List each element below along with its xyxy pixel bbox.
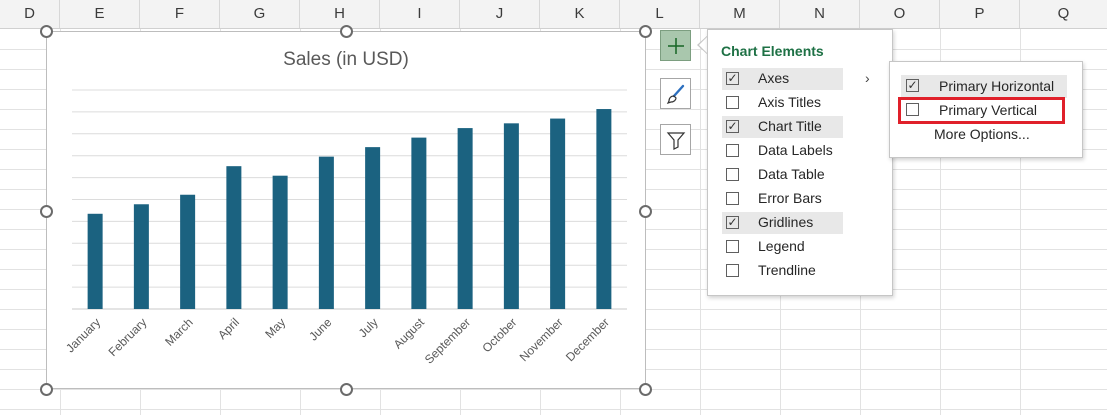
chart-category-label: June — [306, 315, 335, 344]
chart-filters-button[interactable] — [660, 124, 691, 155]
chart-bar-february[interactable] — [133, 204, 149, 309]
resize-handle-top-left[interactable] — [40, 25, 53, 38]
chart-element-error-bars[interactable]: Error Bars — [722, 188, 843, 210]
trendline-checkbox[interactable] — [726, 264, 739, 277]
bar-chart[interactable]: Sales (in USD) January February March April… — [46, 31, 646, 389]
chart-bars — [87, 109, 612, 310]
chart-bar-october[interactable] — [503, 123, 519, 310]
more-options-link[interactable]: More Options... — [934, 126, 1030, 142]
grid-line — [700, 29, 701, 415]
chart-bar-november[interactable] — [550, 118, 566, 309]
column-header-o[interactable]: O — [860, 0, 940, 28]
chart-category-label: October — [479, 315, 519, 355]
column-header-h[interactable]: H — [300, 0, 380, 28]
chart-styles-button[interactable] — [660, 78, 691, 109]
chart-element-axis-titles[interactable]: Axis Titles — [722, 92, 843, 114]
chart-element-label: Error Bars — [758, 190, 822, 206]
chart-element-label: Trendline — [758, 262, 816, 278]
highlight-annotation-box — [898, 97, 1065, 124]
chart-element-label: Data Labels — [758, 142, 833, 158]
chart-element-chart-title[interactable]: ✓ Chart Title — [722, 116, 843, 138]
data-table-checkbox[interactable] — [726, 168, 739, 181]
chart-element-label: Axis Titles — [758, 94, 822, 110]
chart-elements-title: Chart Elements — [721, 43, 824, 59]
column-header-bar: D E F G H I J K L M N O P Q — [0, 0, 1107, 29]
chart-element-data-table[interactable]: Data Table — [722, 164, 843, 186]
column-header-i[interactable]: I — [380, 0, 460, 28]
chart-bar-march[interactable] — [180, 194, 196, 309]
column-header-n[interactable]: N — [780, 0, 860, 28]
resize-handle-bottom-right[interactable] — [639, 383, 652, 396]
submenu-item-primary-horizontal[interactable]: ✓ Primary Horizontal — [901, 75, 1067, 98]
gridlines-checkbox[interactable]: ✓ — [726, 216, 739, 229]
chart-category-label: August — [391, 315, 428, 352]
column-header-q[interactable]: Q — [1020, 0, 1107, 28]
chart-category-label: February — [106, 315, 150, 359]
chart-element-label: Gridlines — [758, 214, 814, 230]
chart-element-label: Axes — [758, 70, 790, 86]
chart-bar-june[interactable] — [318, 156, 334, 309]
chart-bar-august[interactable] — [411, 137, 427, 309]
plus-icon — [667, 37, 684, 54]
legend-checkbox[interactable] — [726, 240, 739, 253]
chart-category-label: January — [63, 315, 103, 355]
resize-handle-top-center[interactable] — [340, 25, 353, 38]
chart-category-label: December — [563, 315, 612, 364]
column-header-m[interactable]: M — [700, 0, 780, 28]
submenu-item-label: Primary Horizontal — [939, 78, 1055, 94]
chart-category-label: May — [262, 315, 288, 341]
chart-element-gridlines[interactable]: ✓ Gridlines — [722, 212, 843, 234]
data-labels-checkbox[interactable] — [726, 144, 739, 157]
brush-icon — [666, 84, 684, 104]
column-header-l[interactable]: L — [620, 0, 700, 28]
chart-category-label: July — [356, 315, 381, 340]
chart-bar-may[interactable] — [272, 175, 288, 309]
column-header-g[interactable]: G — [220, 0, 300, 28]
column-header-k[interactable]: K — [540, 0, 620, 28]
resize-handle-top-right[interactable] — [639, 25, 652, 38]
chart-category-label: March — [162, 315, 195, 348]
chart-plot: Sales (in USD) January February March April… — [63, 49, 627, 367]
chart-elements-button[interactable] — [660, 30, 691, 61]
chart-gridlines — [72, 89, 627, 310]
chart-element-label: Data Table — [758, 166, 825, 182]
chart-bar-april[interactable] — [226, 166, 242, 309]
column-header-j[interactable]: J — [460, 0, 540, 28]
chart-element-label: Chart Title — [758, 118, 822, 134]
chart-element-legend[interactable]: Legend — [722, 236, 843, 258]
chart-bar-july[interactable] — [365, 147, 381, 309]
column-header-p[interactable]: P — [940, 0, 1020, 28]
chart-title[interactable]: Sales (in USD) — [283, 49, 409, 70]
axis-titles-checkbox[interactable] — [726, 96, 739, 109]
resize-handle-bottom-center[interactable] — [340, 383, 353, 396]
chart-category-label: April — [215, 315, 242, 342]
resize-handle-middle-right[interactable] — [639, 205, 652, 218]
funnel-icon — [666, 131, 685, 150]
chart-element-data-labels[interactable]: Data Labels — [722, 140, 843, 162]
axes-checkbox[interactable]: ✓ — [726, 72, 739, 85]
chart-bar-december[interactable] — [596, 109, 612, 309]
chart-element-axes[interactable]: ✓ Axes — [722, 68, 843, 90]
chart-element-trendline[interactable]: Trendline — [722, 260, 843, 282]
chart-category-label: November — [517, 315, 566, 364]
column-header-d[interactable]: D — [0, 0, 60, 28]
chart-category-labels: January February March April May June July Augu… — [63, 315, 612, 367]
column-header-f[interactable]: F — [140, 0, 220, 28]
chart-bar-september[interactable] — [457, 128, 473, 309]
chevron-right-icon[interactable]: › — [865, 70, 870, 86]
chart-bar-january[interactable] — [87, 213, 103, 309]
error-bars-checkbox[interactable] — [726, 192, 739, 205]
chart-title-checkbox[interactable]: ✓ — [726, 120, 739, 133]
chart-category-label: September — [422, 315, 473, 366]
grid-line — [0, 409, 1107, 410]
chart-element-label: Legend — [758, 238, 805, 254]
column-header-e[interactable]: E — [60, 0, 140, 28]
resize-handle-middle-left[interactable] — [40, 205, 53, 218]
primary-horizontal-checkbox[interactable]: ✓ — [906, 79, 919, 92]
resize-handle-bottom-left[interactable] — [40, 383, 53, 396]
